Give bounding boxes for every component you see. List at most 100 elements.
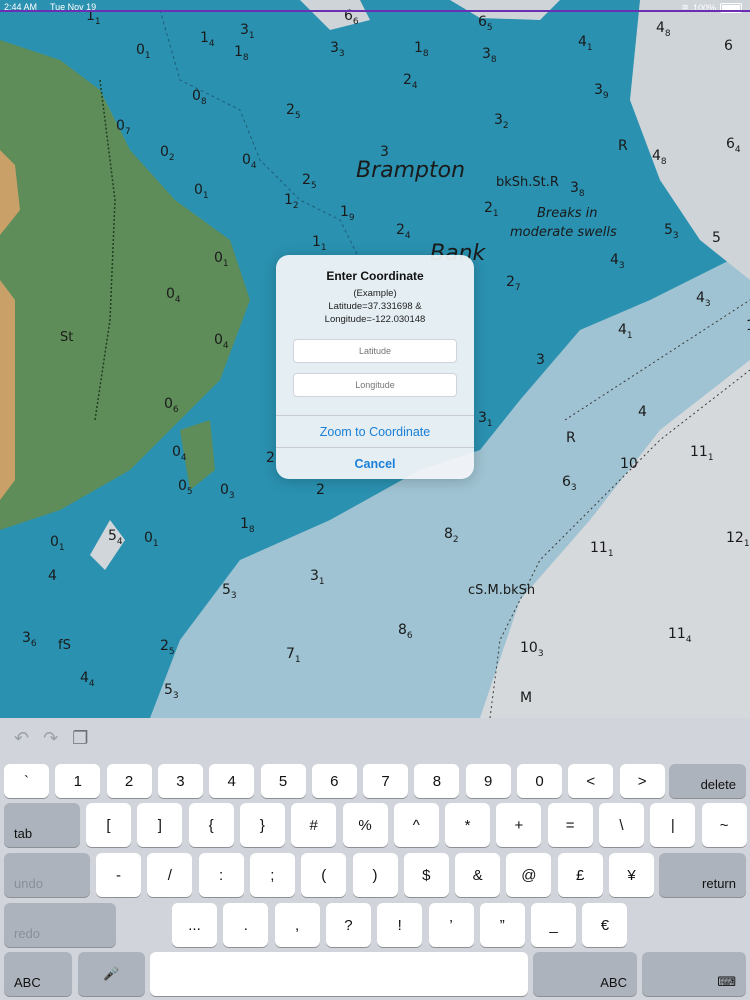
depth-sounding: 01 <box>136 42 151 61</box>
dialog-message-line: Latitude=37.331698 & <box>328 301 422 312</box>
depth-sounding: 01 <box>144 530 159 549</box>
key-symbol[interactable]: \ <box>599 803 644 847</box>
key-8[interactable]: 8 <box>414 764 460 798</box>
undo-key[interactable]: undo <box>4 853 90 897</box>
key-symbol[interactable]: @ <box>506 853 552 897</box>
key-symbol[interactable]: } <box>239 803 285 847</box>
key-symbol[interactable]: ? <box>325 903 371 947</box>
key-symbol[interactable]: & <box>455 853 501 897</box>
key-symbol[interactable]: + <box>496 803 542 847</box>
key-symbol[interactable]: . <box>223 903 269 947</box>
key-symbol[interactable]: £ <box>557 853 603 897</box>
key-symbol[interactable]: * <box>445 803 491 847</box>
key-symbol[interactable]: ¥ <box>609 853 654 897</box>
keyboard-dismiss-icon[interactable]: ⌨ <box>642 952 746 996</box>
depth-sounding: 01 <box>50 534 65 553</box>
seabed-label: St <box>60 330 74 345</box>
depth-sounding: 6 <box>724 38 733 54</box>
depth-sounding: 31 <box>310 568 325 587</box>
depth-sounding: 11 <box>312 234 327 253</box>
dialog-message-line: (Example) <box>353 288 397 299</box>
key-symbol[interactable]: $ <box>403 853 449 897</box>
longitude-input[interactable] <box>293 373 457 397</box>
redo-key[interactable]: redo <box>4 903 116 947</box>
depth-sounding: 43 <box>610 252 625 271</box>
key-symbol[interactable]: ~ <box>701 803 747 847</box>
depth-sounding: 25 <box>302 172 317 191</box>
depth-sounding: 39 <box>594 82 609 101</box>
depth-sounding: 114 <box>668 626 692 645</box>
depth-sounding: 02 <box>160 144 175 163</box>
depth-sounding: 63 <box>562 474 577 493</box>
microphone-icon[interactable]: 🎤 <box>78 952 145 996</box>
key-symbol[interactable]: / <box>147 853 193 897</box>
depth-sounding: 10 <box>620 456 638 472</box>
depth-sounding: 2 <box>316 482 325 498</box>
undo-icon[interactable]: ↶ <box>14 728 29 749</box>
key-symbol[interactable]: ( <box>301 853 347 897</box>
key-symbol[interactable]: ] <box>137 803 183 847</box>
key-9[interactable]: 9 <box>465 764 511 798</box>
key-symbol[interactable]: = <box>547 803 593 847</box>
enter-coordinate-dialog: Enter Coordinate (Example) Latitude=37.3… <box>276 255 474 479</box>
key-symbol[interactable]: ) <box>352 853 398 897</box>
key-3[interactable]: 3 <box>157 764 203 798</box>
key-symbol[interactable]: % <box>342 803 388 847</box>
depth-sounding: 36 <box>22 630 37 649</box>
key-symbol[interactable]: _ <box>531 903 577 947</box>
key-symbol[interactable]: , <box>274 903 320 947</box>
key-symbol[interactable]: ! <box>377 903 423 947</box>
delete-key[interactable]: delete <box>669 764 746 798</box>
tab-key[interactable]: tab <box>4 803 80 847</box>
zoom-to-coordinate-button[interactable]: Zoom to Coordinate <box>276 415 474 448</box>
depth-sounding: 41 <box>578 34 593 53</box>
return-key[interactable]: return <box>659 853 746 897</box>
depth-sounding: 3 <box>536 352 545 368</box>
key-symbol[interactable]: ” <box>479 903 525 947</box>
depth-sounding: 5 <box>712 230 721 246</box>
key-symbol[interactable]: { <box>188 803 234 847</box>
key-symbol[interactable]: : <box>198 853 244 897</box>
depth-sounding: 53 <box>222 582 237 601</box>
key-7[interactable]: 7 <box>363 764 409 798</box>
seabed-label: cS.M.bkSh <box>468 583 536 598</box>
depth-sounding: 41 <box>618 322 633 341</box>
depth-sounding: 111 <box>590 540 614 559</box>
depth-sounding: 07 <box>116 118 131 137</box>
key-symbol[interactable]: ; <box>249 853 295 897</box>
depth-sounding: 04 <box>166 286 181 305</box>
key-symbol[interactable]: | <box>650 803 696 847</box>
key-5[interactable]: 5 <box>260 764 306 798</box>
depth-sounding: 65 <box>478 14 493 33</box>
depth-sounding: 1 <box>746 318 750 334</box>
depth-sounding: 2 <box>266 450 275 466</box>
key-1[interactable]: 1 <box>55 764 101 798</box>
key-2[interactable]: 2 <box>106 764 152 798</box>
abc-key-left[interactable]: ABC <box>4 952 72 996</box>
depth-sounding: 3 <box>380 144 389 160</box>
key-symbol[interactable]: [ <box>86 803 131 847</box>
key-symbol[interactable]: - <box>96 853 141 897</box>
key-11[interactable]: < <box>568 764 614 798</box>
key-symbol[interactable]: ^ <box>393 803 439 847</box>
key-symbol[interactable]: # <box>291 803 337 847</box>
depth-sounding: 4 <box>638 404 647 420</box>
space-bar[interactable] <box>150 952 528 996</box>
key-10[interactable]: 0 <box>517 764 562 798</box>
key-symbol[interactable]: ... <box>172 903 217 947</box>
key-symbol[interactable]: € <box>582 903 628 947</box>
status-accent-bar <box>0 10 750 12</box>
redo-icon[interactable]: ↷ <box>43 728 58 749</box>
key-0[interactable]: ` <box>4 764 49 798</box>
depth-sounding: 103 <box>520 640 544 659</box>
key-12[interactable]: > <box>619 764 665 798</box>
key-symbol[interactable]: ’ <box>428 903 474 947</box>
dialog-fields <box>276 339 474 397</box>
abc-key-right[interactable]: ABC <box>533 952 637 996</box>
key-6[interactable]: 6 <box>311 764 357 798</box>
latitude-input[interactable] <box>293 339 457 363</box>
key-4[interactable]: 4 <box>209 764 255 798</box>
depth-sounding: 04 <box>242 152 257 171</box>
cancel-button[interactable]: Cancel <box>276 447 474 479</box>
paste-icon[interactable]: ❐ <box>72 728 88 749</box>
